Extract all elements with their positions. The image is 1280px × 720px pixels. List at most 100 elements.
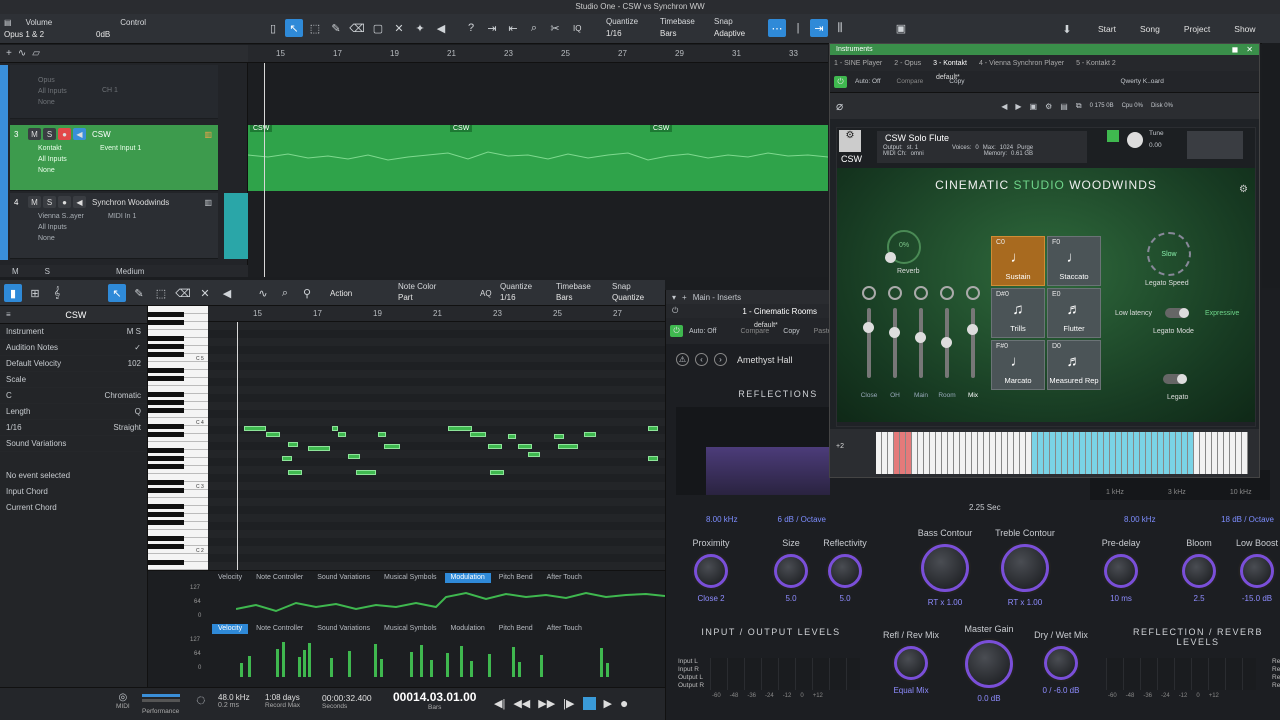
kontakt-tab[interactable]: 1 - SINE Player [834, 60, 882, 67]
mic-fader-track[interactable] [941, 308, 952, 378]
reverb-param-knob[interactable] [694, 554, 728, 588]
clip-label[interactable]: CSW [650, 125, 673, 132]
kontakt-logo-icon[interactable]: ⌀ [836, 99, 843, 113]
seconds-display[interactable]: 00:00:32.400 Seconds [322, 693, 372, 710]
piano-black-key[interactable] [148, 432, 184, 437]
reverb-param-knob[interactable] [774, 554, 808, 588]
range-tool-icon[interactable]: ⬚ [152, 284, 170, 302]
split-icon[interactable]: ⇥ [483, 19, 501, 37]
articulation-sustain[interactable]: C0 ♩ Sustain [991, 236, 1045, 286]
inspector-row-value[interactable]: Q [135, 404, 141, 419]
reverb-param-value[interactable]: 5.0 [766, 594, 816, 603]
inspector-track-name[interactable]: CSW [11, 310, 141, 320]
arrow-tool-icon[interactable]: ↖ [108, 284, 126, 302]
zoom-icon[interactable]: ⌕ [525, 19, 543, 37]
nav-show[interactable]: Show [1222, 14, 1267, 44]
kontakt-tab[interactable]: 5 - Kontakt 2 [1076, 60, 1116, 67]
reverb-param-knob[interactable] [828, 554, 862, 588]
midi-note[interactable] [288, 470, 302, 475]
bypass-button[interactable]: ⏻ [670, 325, 683, 337]
close-icon[interactable]: ✕ [1246, 45, 1253, 54]
inserts-copy[interactable]: Copy [783, 328, 799, 335]
velocity-bar[interactable] [240, 663, 243, 677]
reverb-param-knob[interactable] [1240, 554, 1274, 588]
tune-knob[interactable] [1127, 132, 1143, 148]
piano-black-key[interactable] [148, 336, 184, 341]
inspector-row[interactable]: C Chromatic [0, 388, 147, 404]
mix-param-knob[interactable] [894, 646, 928, 680]
kontakt-next-icon[interactable]: ▶ [1015, 102, 1021, 111]
right-filter-slope[interactable]: 18 dB / Octave [1221, 515, 1274, 524]
articulation-flutter[interactable]: E0 ♬ Flutter [1047, 288, 1101, 338]
piano-black-key[interactable] [148, 376, 184, 381]
piano-black-key[interactable] [148, 392, 184, 397]
mute-button[interactable]: M [28, 128, 41, 140]
reverb-param-knob[interactable] [1182, 554, 1216, 588]
footer-zoom[interactable]: Medium [116, 267, 144, 276]
note-color-select[interactable]: Part [398, 293, 436, 302]
midi-note[interactable] [356, 470, 376, 475]
mute-button[interactable]: M [28, 196, 41, 208]
mic-fader-cap[interactable] [889, 327, 900, 338]
keyboard-icon[interactable]: ▥ [204, 130, 212, 139]
marker-icon[interactable]: ⫼ [831, 19, 849, 37]
piano-black-key[interactable] [148, 456, 184, 461]
mic-pan-knob[interactable] [966, 286, 980, 300]
velocity-bar[interactable] [276, 649, 279, 677]
track-csw-input[interactable]: All Inputs [10, 154, 218, 165]
solo-instrument-icon[interactable] [1107, 130, 1119, 142]
track-synchron-channel[interactable]: MIDI In 1 [108, 211, 136, 222]
piano-black-key[interactable] [148, 544, 184, 549]
lane-tab-note-controller[interactable]: Note Controller [250, 624, 309, 634]
paint-tool-icon[interactable]: ▢ [369, 19, 387, 37]
midi-note[interactable] [384, 444, 400, 449]
clip-label[interactable]: CSW [450, 125, 473, 132]
record-arm-button[interactable]: ● [58, 196, 71, 208]
inspector-row-value[interactable]: ✓ [134, 340, 141, 355]
midi-note[interactable] [282, 456, 292, 461]
velocity-bar[interactable] [606, 663, 609, 677]
output-select[interactable]: Opus 1 & 2 [4, 30, 44, 39]
piano-black-key[interactable] [148, 536, 184, 541]
piano-black-key[interactable] [148, 560, 184, 565]
inspector-row[interactable]: Length Q [0, 404, 147, 420]
nav-project[interactable]: Project [1172, 14, 1222, 44]
mic-fader-track[interactable] [863, 308, 874, 378]
mic-pan-knob[interactable] [914, 286, 928, 300]
aq-label[interactable]: AQ [480, 289, 492, 298]
inspector-row-value[interactable]: M S [127, 324, 141, 339]
inspector-row[interactable]: Instrument M S [0, 324, 147, 340]
piano-black-key[interactable] [148, 312, 184, 317]
kontakt-save-icon[interactable]: ▣ [1030, 102, 1038, 111]
velocity-bar[interactable] [488, 654, 491, 677]
velocity-bar[interactable] [518, 662, 521, 677]
piano-black-key[interactable] [148, 504, 184, 509]
nav-start[interactable]: Start [1086, 14, 1128, 44]
lane-tab-after-touch[interactable]: After Touch [541, 573, 588, 583]
forward-icon[interactable]: ▶▶ [538, 697, 555, 710]
power-icon[interactable]: ⏻ [672, 306, 678, 316]
pr-quantize-select[interactable]: 1/16 [500, 293, 532, 302]
velocity-bar[interactable] [303, 650, 306, 677]
left-filter-slope[interactable]: 6 dB / Octave [778, 515, 826, 524]
drum-view-icon[interactable]: ⊞ [26, 284, 44, 302]
solo-button[interactable]: S [43, 196, 56, 208]
inspector-toggle-icon[interactable]: ▮ [4, 284, 22, 302]
playhead[interactable] [264, 63, 265, 277]
note-grid[interactable] [208, 322, 665, 570]
kontakt-key[interactable] [1242, 432, 1248, 474]
return-zero-icon[interactable]: ◀| [494, 697, 505, 710]
rewind-icon[interactable]: ◀◀ [513, 697, 530, 710]
eraser-tool-icon[interactable]: ⌫ [174, 284, 192, 302]
folder-icon[interactable]: ▱ [32, 48, 40, 59]
arrange-lanes[interactable]: CSW CSW CSW [224, 63, 828, 277]
mic-fader-track[interactable] [889, 308, 900, 378]
mix-param-knob[interactable] [1044, 646, 1078, 680]
midi-note[interactable] [266, 432, 280, 437]
piano-black-key[interactable] [148, 480, 184, 485]
lane-tab-after-touch[interactable]: After Touch [541, 624, 588, 634]
piano-black-key[interactable] [148, 344, 184, 349]
kontakt-prev-icon[interactable]: ◀ [1001, 102, 1007, 111]
track-csw-name[interactable]: CSW [92, 130, 111, 139]
lane-tab-pitch-bend[interactable]: Pitch Bend [493, 624, 539, 634]
